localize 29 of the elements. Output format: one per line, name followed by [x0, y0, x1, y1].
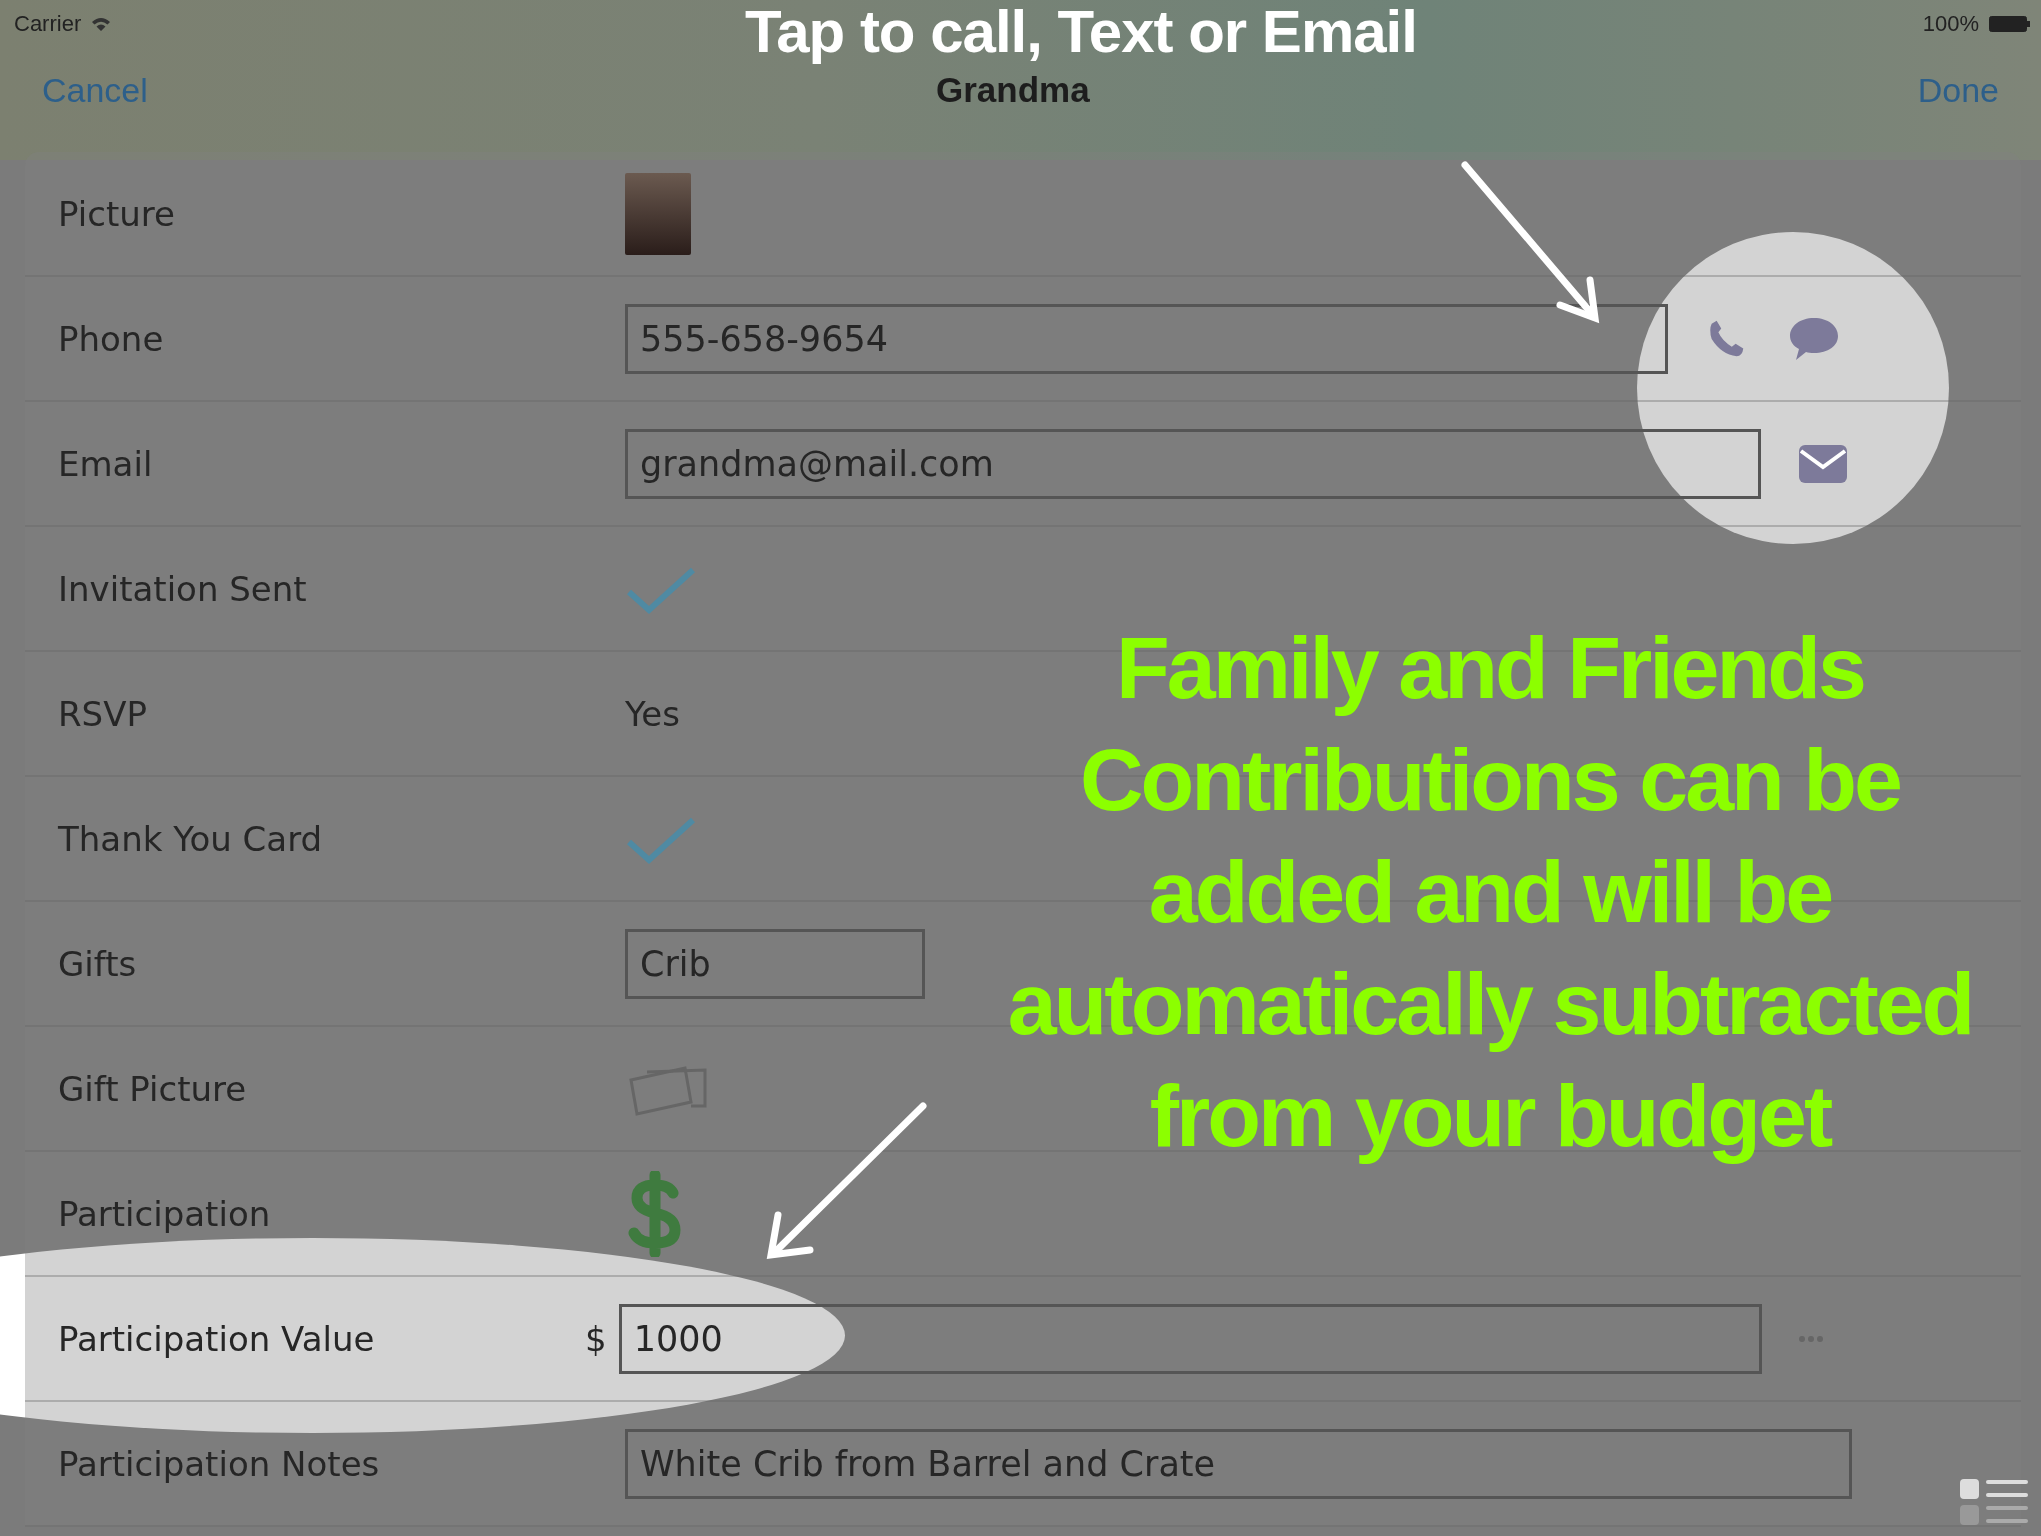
field-label: Participation Notes: [58, 1443, 380, 1484]
input-field[interactable]: White Crib from Barrel and Crate: [625, 1428, 1852, 1499]
field-label: Phone: [58, 318, 164, 359]
field-label: RSVP: [58, 693, 147, 734]
field-label: Thank You Card: [58, 818, 323, 859]
field-label: Picture: [58, 193, 175, 234]
input-field[interactable]: 555-658-9654: [625, 303, 1668, 374]
checkmark-icon[interactable]: [625, 565, 697, 616]
value-text: Yes: [625, 693, 680, 734]
input-field[interactable]: grandma@mail.com: [625, 428, 1761, 499]
input-field[interactable]: Crib: [625, 928, 925, 999]
nav-title: Grandma: [935, 70, 1090, 110]
field-label: Gift Picture: [58, 1068, 247, 1109]
currency-symbol: $: [585, 1318, 607, 1359]
field-label: Participation: [58, 1193, 271, 1234]
photo-placeholder[interactable]: [625, 172, 691, 255]
checkmark-icon[interactable]: [625, 815, 697, 866]
battery-icon: [1989, 16, 2031, 32]
annotation-text: Family and Friends Contributions can be added and will be automatically subtracted from your budget: [1006, 617, 1974, 1167]
input-field[interactable]: 1000: [618, 1303, 1762, 1374]
wifi-icon: [91, 17, 112, 31]
field-label: Gifts: [58, 943, 137, 984]
battery-percent: 100%: [1922, 11, 1979, 37]
field-label: Email: [58, 443, 153, 484]
annotation-heading: Tap to call, Text or Email: [745, 0, 1417, 64]
list-view-icon[interactable]: [1959, 1478, 2029, 1526]
carrier-label: Carrier: [14, 11, 82, 37]
field-label: Participation Value: [58, 1318, 375, 1359]
field-label: Invitation Sent: [58, 568, 307, 609]
